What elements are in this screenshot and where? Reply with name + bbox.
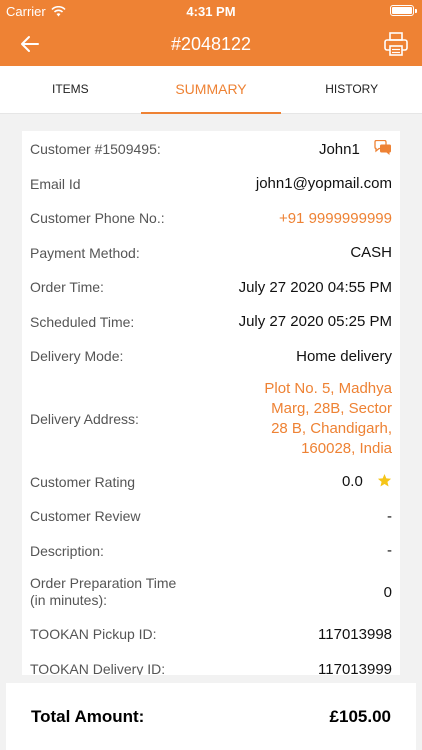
review-row: Customer Review - [22,499,400,533]
prep-time-label-line1: Order Preparation Time [30,575,177,591]
rating-number: 0.0 [341,473,363,490]
address-row: Delivery Address: Plot No. 5, Madhya Mar… [22,373,400,464]
address-link[interactable]: Plot No. 5, Madhya Marg, 28B, Sector 28 … [252,379,392,459]
scheduled-value: July 27 2020 05:25 PM [238,313,392,330]
pickup-id-value: 117013998 [318,625,392,643]
customer-name: John1 [318,140,360,158]
customer-label: Customer #1509495: [30,140,161,157]
prep-time-label-line2: (in minutes): [30,592,108,608]
description-label: Description: [30,542,104,559]
pickup-id-row: TOOKAN Pickup ID: 117013998 [22,616,400,652]
printer-icon[interactable] [382,30,410,58]
delivery-id-label: TOOKAN Delivery ID: [30,661,166,675]
status-bar: Carrier 4:31 PM [0,0,422,22]
rating-label: Customer Rating [30,473,136,490]
total-label: Total Amount: [31,707,145,726]
description-value: - [387,542,392,559]
page-title: #2048122 [170,34,252,54]
payment-value: CASH [350,244,392,261]
address-label: Delivery Address: [30,410,139,427]
rating-value: 0.0 [342,473,392,490]
review-value: - [387,507,392,525]
prep-time-row: Order Preparation Time (in minutes): 0 [22,568,400,616]
payment-row: Payment Method: CASH [22,235,400,270]
chat-bubbles-icon[interactable] [374,139,392,156]
order-time-label: Order Time: [30,279,104,295]
battery-icon [390,5,417,16]
clock: 4:31 PM [186,4,236,19]
description-row: Description: - [22,533,400,568]
delivery-mode-value: Home delivery [296,347,392,365]
review-label: Customer Review [30,508,141,524]
tab-bar: ITEMS SUMMARY HISTORY [0,66,422,114]
prep-time-label: Order Preparation Time (in minutes): [30,575,176,609]
tab-items[interactable]: ITEMS [0,66,141,113]
payment-label: Payment Method: [30,244,140,261]
customer-value: John1 [318,139,392,158]
order-time-row: Order Time: July 27 2020 04:55 PM [22,270,400,304]
star-icon [377,473,392,487]
tab-summary[interactable]: SUMMARY [140,66,282,114]
rating-row: Customer Rating 0.0 [22,464,400,499]
phone-label: Customer Phone No.: [30,210,165,226]
phone-row: Customer Phone No.: +91 9999999999 [22,201,400,235]
pickup-id-label: TOOKAN Pickup ID: [30,626,157,642]
email-label: Email Id [30,175,81,192]
summary-card: Customer #1509495: John1 Email Id john1@… [22,131,400,675]
total-value: £105.00 [329,707,391,726]
nav-bar: #2048122 [0,22,422,66]
delivery-id-value: 117013999 [318,660,392,676]
delivery-mode-row: Delivery Mode: Home delivery [22,339,400,373]
phone-link[interactable]: +91 9999999999 [279,210,392,227]
email-value: john1@yopmail.com [255,175,392,192]
tab-history[interactable]: HISTORY [281,66,422,113]
delivery-mode-label: Delivery Mode: [30,348,124,364]
order-time-value: July 27 2020 04:55 PM [238,278,392,296]
total-footer: Total Amount: £105.00 [6,683,416,750]
scheduled-row: Scheduled Time: July 27 2020 05:25 PM [22,304,400,339]
delivery-id-row: TOOKAN Delivery ID: 117013999 [22,652,400,676]
scheduled-label: Scheduled Time: [30,313,135,330]
customer-row: Customer #1509495: John1 [22,131,400,166]
email-row: Email Id john1@yopmail.com [22,166,400,201]
prep-time-value: 0 [383,583,392,601]
